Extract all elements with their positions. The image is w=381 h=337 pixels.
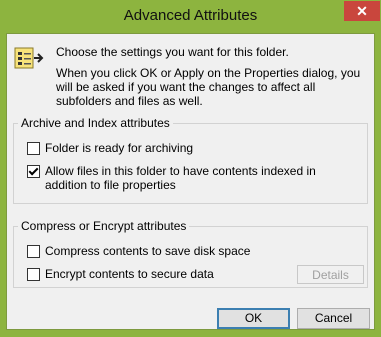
indexing-checkbox-row[interactable]: Allow files in this folder to have conte… bbox=[27, 164, 361, 192]
ok-button[interactable]: OK bbox=[217, 308, 290, 329]
dialog-title: Advanced Attributes bbox=[123, 7, 258, 24]
cancel-button[interactable]: Cancel bbox=[297, 308, 370, 329]
advanced-attributes-dialog: Advanced Attributes ✕ Choose the setting… bbox=[0, 0, 381, 337]
archive-group-label: Archive and Index attributes bbox=[18, 116, 173, 130]
dialog-body: Choose the settings you want for this fo… bbox=[6, 33, 375, 330]
archiving-checkbox[interactable] bbox=[27, 142, 40, 155]
encrypt-checkbox[interactable] bbox=[27, 268, 40, 281]
indexing-checkbox[interactable] bbox=[27, 165, 40, 178]
compress-checkbox[interactable] bbox=[27, 245, 40, 258]
archive-index-group: Archive and Index attributes Folder is r… bbox=[13, 116, 368, 204]
settings-description: Choose the settings you want for this fo… bbox=[56, 45, 289, 59]
compress-encrypt-group: Compress or Encrypt attributes Compress … bbox=[13, 219, 368, 288]
details-button[interactable]: Details bbox=[297, 265, 364, 284]
indexing-label[interactable]: Allow files in this folder to have conte… bbox=[45, 164, 361, 192]
close-button[interactable]: ✕ bbox=[344, 1, 380, 21]
encrypt-label[interactable]: Encrypt contents to secure data bbox=[45, 267, 214, 281]
compress-label[interactable]: Compress contents to save disk space bbox=[45, 244, 250, 258]
folder-properties-icon bbox=[14, 47, 44, 69]
compress-checkbox-row[interactable]: Compress contents to save disk space bbox=[27, 244, 250, 258]
title-bar[interactable]: Advanced Attributes ✕ bbox=[0, 0, 381, 33]
compress-group-label: Compress or Encrypt attributes bbox=[18, 219, 190, 233]
archiving-checkbox-row[interactable]: Folder is ready for archiving bbox=[27, 141, 193, 155]
apply-description: When you click OK or Apply on the Proper… bbox=[56, 66, 361, 108]
encrypt-checkbox-row[interactable]: Encrypt contents to secure data bbox=[27, 267, 214, 281]
archiving-label[interactable]: Folder is ready for archiving bbox=[45, 141, 193, 155]
